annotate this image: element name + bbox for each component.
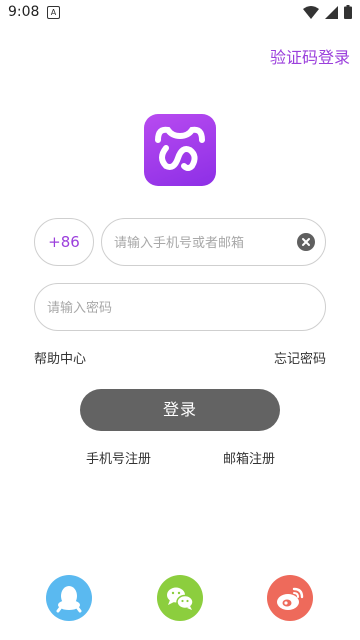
- qq-login-button[interactable]: [46, 575, 92, 621]
- wechat-login-button[interactable]: [157, 575, 203, 621]
- password-input[interactable]: [45, 284, 309, 332]
- phone-email-input[interactable]: [112, 219, 296, 267]
- sms-login-link[interactable]: 验证码登录: [270, 44, 350, 68]
- phone-email-field[interactable]: [101, 218, 326, 267]
- status-time: 9:08: [8, 4, 40, 20]
- forgot-password-link[interactable]: 忘记密码: [274, 348, 326, 367]
- wechat-icon: [167, 587, 194, 610]
- battery-icon: [344, 5, 352, 19]
- login-button[interactable]: 登录: [80, 389, 280, 431]
- help-center-link[interactable]: 帮助中心: [34, 348, 86, 367]
- email-register-link[interactable]: 邮箱注册: [223, 448, 275, 467]
- qq-icon: [56, 586, 82, 613]
- app-logo-icon: [144, 114, 216, 186]
- weibo-icon: [277, 587, 304, 610]
- weibo-login-button[interactable]: [267, 575, 313, 621]
- password-field[interactable]: [34, 283, 326, 332]
- country-code-selector[interactable]: +86: [34, 218, 94, 266]
- signal-icon: [325, 5, 338, 19]
- system-icons: [303, 5, 352, 19]
- status-bar: 9:08 A: [0, 0, 360, 24]
- wifi-icon: [303, 5, 319, 19]
- phone-register-link[interactable]: 手机号注册: [86, 448, 151, 467]
- notification-icon: A: [47, 6, 60, 19]
- clear-input-icon[interactable]: [297, 233, 315, 251]
